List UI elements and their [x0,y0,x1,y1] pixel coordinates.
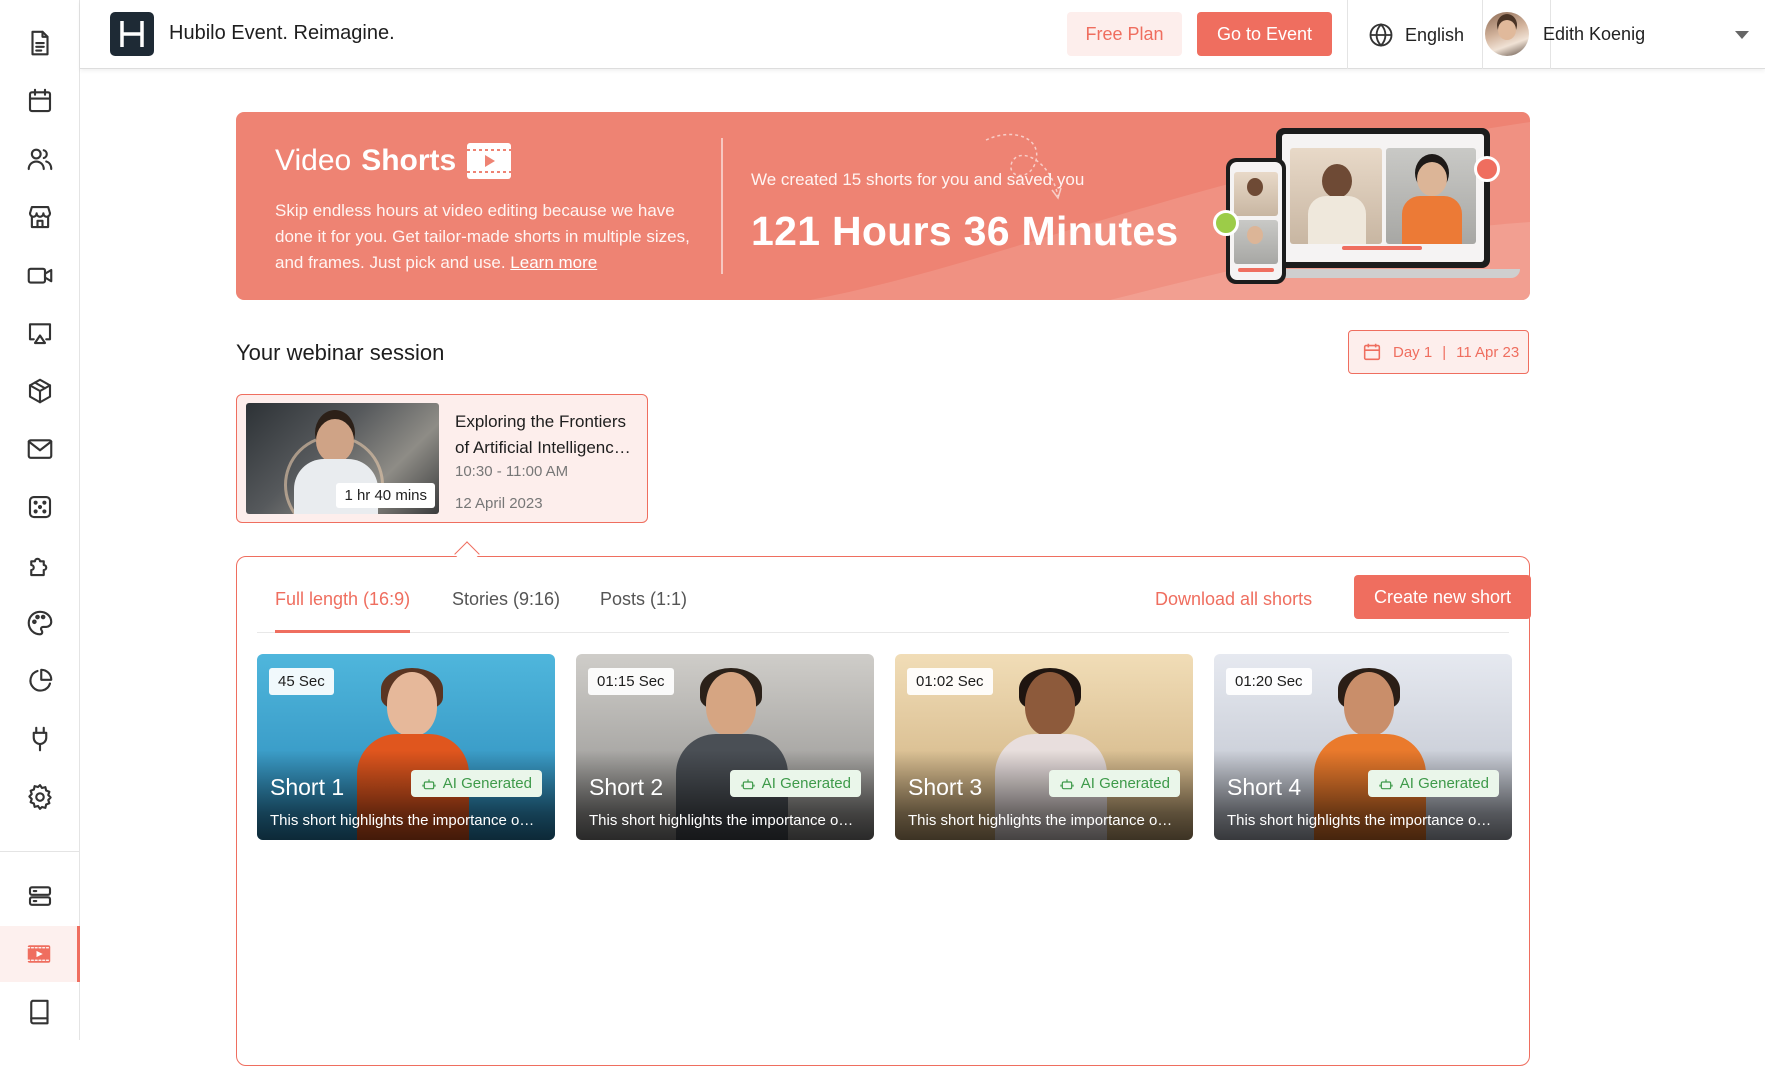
banner-title-light: Video [275,144,352,177]
hubilo-logo[interactable] [110,12,154,56]
short-card[interactable]: 01:20 Sec Short 4 AI Generated This shor… [1214,654,1512,840]
chevron-down-icon[interactable] [1735,31,1749,39]
short-duration: 01:15 Sec [588,668,674,695]
header-divider [1482,0,1483,69]
session-title: Exploring the Frontiers of Artificial In… [455,412,631,457]
ai-generated-badge: AI Generated [729,770,861,797]
pie-chart-icon[interactable] [0,653,80,709]
video-shorts-icon[interactable] [0,926,80,982]
free-plan-button[interactable]: Free Plan [1067,12,1182,56]
short-title: Short 2 [589,774,664,800]
document-icon[interactable] [0,15,80,71]
create-new-short-button[interactable]: Create new short [1354,575,1531,619]
short-description: This short highlights the importance o… [1227,812,1492,829]
tab-full-length[interactable]: Full length (16:9) [275,589,411,633]
session-thumbnail: 1 hr 40 mins [246,403,439,514]
session-time: 10:30 - 11:00 AM [455,463,569,480]
short-card[interactable]: 45 Sec Short 1 AI Generated This short h… [257,654,555,840]
globe-icon [1369,23,1393,47]
dice-icon[interactable] [0,479,80,535]
brand-name: Hubilo Event. Reimagine. [169,22,395,44]
video-shorts-banner: Video Shorts Skip endless hours at video… [236,112,1530,300]
video-shorts-icon [467,143,512,179]
robot-icon [422,778,436,789]
people-icon[interactable] [0,131,80,187]
banner-description: Skip endless hours at video editing beca… [275,198,695,276]
puzzle-icon[interactable] [0,537,80,593]
video-camera-icon[interactable] [0,247,80,303]
calendar-icon[interactable] [0,73,80,129]
section-title: Your webinar session [236,340,445,365]
ai-badge-label: AI Generated [761,775,851,792]
header-divider [1347,0,1348,69]
short-card[interactable]: 01:15 Sec Short 2 AI Generated This shor… [576,654,874,840]
short-title: Short 4 [1227,774,1302,800]
book-icon[interactable] [0,984,80,1040]
mail-icon[interactable] [0,421,80,477]
avatar[interactable] [1485,12,1529,56]
tab-posts[interactable]: Posts (1:1) [600,589,687,630]
short-card[interactable]: 01:02 Sec Short 3 AI Generated This shor… [895,654,1193,840]
plug-icon[interactable] [0,711,80,767]
session-date: 12 April 2023 [455,495,543,512]
robot-icon [1379,778,1393,789]
short-description: This short highlights the importance o… [270,812,535,829]
day-selector[interactable]: Day 1 | 11 Apr 23 [1348,330,1529,374]
learn-more-link[interactable]: Learn more [510,253,597,272]
short-description: This short highlights the importance o… [908,812,1173,829]
short-title: Short 1 [270,774,345,800]
shorts-panel: Full length (16:9) Stories (9:16) Posts … [236,556,1531,1066]
day-divider: | [1442,343,1447,361]
banner-title-bold: Shorts [361,144,457,177]
sidebar-divider [0,851,80,852]
shorts-tabs: Full length (16:9) Stories (9:16) Posts … [257,557,1531,633]
heart-badge-icon [1474,156,1500,182]
session-card[interactable]: 1 hr 40 mins Exploring the Frontiers of … [236,394,648,523]
robot-icon [741,778,755,789]
sidebar [0,0,80,1040]
top-header: Hubilo Event. Reimagine. Free Plan Go to… [80,0,1765,69]
ai-generated-badge: AI Generated [1367,770,1499,797]
banner-description-text: Skip endless hours at video editing beca… [275,201,690,272]
package-icon[interactable] [0,363,80,419]
palette-icon[interactable] [0,595,80,651]
language-selector[interactable]: English [1367,20,1464,50]
play-badge-icon [1213,210,1239,236]
user-name[interactable]: Edith Koenig [1543,24,1645,45]
dashed-arrow-decoration [985,133,1062,200]
language-label: English [1405,24,1465,45]
short-description: This short highlights the importance o… [589,812,854,829]
day-label: Day 1 [1393,343,1433,361]
tab-stories[interactable]: Stories (9:16) [452,589,560,630]
ai-generated-badge: AI Generated [1048,770,1180,797]
ai-badge-label: AI Generated [442,775,532,792]
ai-generated-badge: AI Generated [410,770,542,797]
server-icon[interactable] [0,868,80,924]
banner-title: Video Shorts [275,142,512,180]
short-duration: 01:02 Sec [907,668,993,695]
banner-divider [721,138,723,274]
ai-badge-label: AI Generated [1080,775,1170,792]
screen-cast-icon[interactable] [0,305,80,361]
store-icon[interactable] [0,189,80,245]
laptop-base [1256,269,1520,278]
go-to-event-button[interactable]: Go to Event [1197,12,1332,56]
robot-icon [1060,778,1074,789]
saved-time: 121 Hours 36 Minutes [751,208,1179,254]
session-duration: 1 hr 40 mins [336,483,435,508]
calendar-icon [1363,343,1381,361]
laptop-illustration [1276,128,1490,268]
short-duration: 45 Sec [269,668,334,695]
short-duration: 01:20 Sec [1226,668,1312,695]
download-all-shorts-link[interactable]: Download all shorts [1155,589,1312,610]
short-title: Short 3 [908,774,983,800]
gear-icon[interactable] [0,769,80,825]
day-date: 11 Apr 23 [1456,343,1520,361]
ai-badge-label: AI Generated [1399,775,1489,792]
